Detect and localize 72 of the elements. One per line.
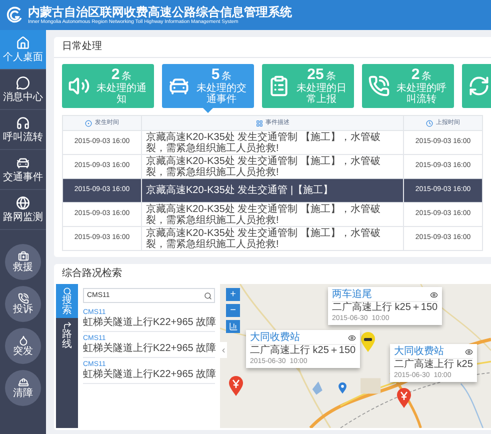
result-text: 虹梯关隧道上行K22+965 故障 [83, 317, 216, 329]
count-text: 2 [111, 67, 120, 83]
popup-road: 二广高速上行 k25＋150 [250, 345, 356, 357]
phone-icon [18, 293, 28, 304]
bar-chart-icon [228, 322, 238, 331]
clock-icon [426, 120, 433, 126]
nav-item[interactable]: 路网监测 [0, 190, 46, 230]
popup-title: 大同收费站 [250, 332, 300, 344]
clipboard-icon [268, 75, 290, 97]
table-cell: 京藏高速K20-K35处 发生交通管制 【施工】，水管破裂，需紧急组织施工人员抢救! [141, 155, 404, 178]
result-text: 虹梯关隧道上行K22+965 故障 [83, 369, 216, 381]
card-title: 日常处理 [54, 37, 491, 58]
nav-item[interactable]: 交通事件 [0, 150, 46, 190]
unit-text: 条 [222, 71, 232, 82]
nav-item[interactable]: 呼叫流转 [0, 110, 46, 150]
circle-dot-icon [85, 120, 92, 126]
stat-tile[interactable]: 5条 未处理的交通事件 [162, 64, 254, 108]
popup-title: 两车追尾 [332, 289, 372, 301]
table-cell: 京藏高速K20-K35处 发生交通管制 【施工】，水管破裂，需紧急组织施工人员抢救! [141, 227, 404, 250]
car-icon [16, 156, 30, 170]
map-pin-icon[interactable] [360, 332, 376, 352]
tile-label: 未处理的呼叫流转 [396, 83, 448, 105]
table-cell: 京藏高速K20-K35处 发生交通管 |【施工】 [141, 179, 404, 202]
table-cell: 京藏高速K20-K35处 发生交通管制 【施工】，水管破裂，需紧急组织施工人员抢救! [141, 203, 404, 226]
globe-icon [16, 196, 30, 210]
quick-action-button[interactable]: 救援 [5, 244, 41, 280]
eye-icon[interactable] [430, 291, 438, 299]
chevron-left-icon [220, 346, 227, 354]
route-icon [62, 320, 72, 330]
table-cell: 京藏高速K20-K35处 发生交通管制 【施工】，水管破裂，需紧急组织施工人员抢救! [141, 131, 404, 154]
popup-road: 二广高速上行 k25 [394, 359, 473, 371]
refresh-icon [468, 75, 490, 97]
tile-label: 未处理的交通事件 [196, 83, 248, 105]
side-tab[interactable]: 搜索 [56, 284, 78, 318]
card-title: 综合路况检索 [61, 266, 123, 281]
search-icon [204, 292, 212, 300]
pointer-icon [203, 108, 213, 113]
house-icon [16, 36, 30, 50]
search-icon [62, 286, 72, 296]
unit-text: 条 [122, 71, 132, 82]
count-text: 5 [211, 67, 220, 83]
nav-item[interactable]: 消息中心 [0, 70, 46, 110]
zoom-button[interactable]: − [226, 304, 240, 317]
count-text: 25 [307, 67, 324, 83]
popup-title: 大同收费站 [394, 346, 444, 358]
zoom-button[interactable]: + [226, 288, 240, 301]
eye-icon[interactable] [464, 348, 473, 356]
nav-item[interactable]: 个人桌面 [0, 30, 46, 70]
result-text: 虹梯关隧道上行K22+965 故障 [83, 343, 216, 355]
hard-hat-icon [18, 377, 28, 388]
count-text: 2 [411, 67, 420, 83]
unit-text: 条 [422, 71, 432, 82]
phone-icon [368, 75, 390, 97]
tile-label: 未处理的日常上报 [296, 83, 348, 105]
chart-button[interactable] [226, 320, 240, 333]
grid-icon [256, 120, 262, 126]
popup-road: 二广高速上行 k25＋150 [332, 302, 438, 314]
quick-action-button[interactable]: 投诉 [5, 286, 41, 322]
eye-icon[interactable] [348, 334, 356, 342]
logo-icon [6, 6, 24, 24]
tile-label: 未处理的通知 [96, 83, 148, 105]
app-title: 内蒙古自治区联网收费高速公路综合信息管理系统 [28, 4, 292, 18]
speaker-icon [68, 75, 90, 97]
quick-action-button[interactable]: 清障 [5, 370, 41, 406]
medical-kit-icon [18, 251, 28, 262]
quick-action-button[interactable]: 突发 [5, 328, 41, 364]
chat-icon [16, 76, 30, 90]
headset-icon [16, 116, 30, 130]
drop-icon [18, 335, 28, 346]
unit-text: 条 [326, 71, 336, 82]
collapse-handle[interactable] [220, 342, 227, 358]
side-tab[interactable]: 路线 [56, 318, 78, 352]
